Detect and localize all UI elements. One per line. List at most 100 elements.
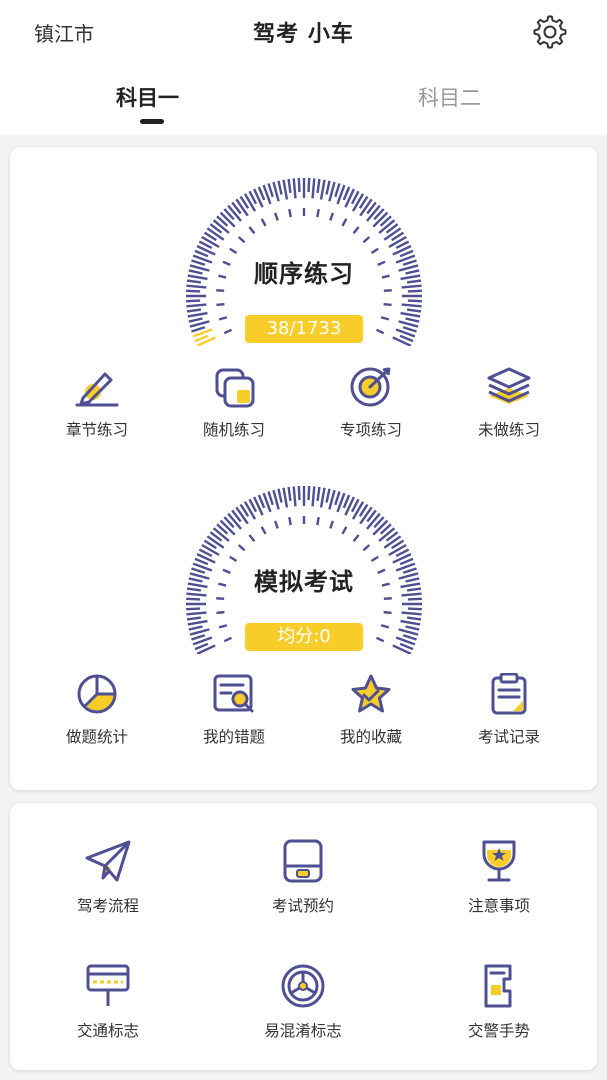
practice-progress-badge: 38/1733	[245, 315, 363, 343]
gauge-tick	[405, 577, 420, 583]
gauge-tick	[189, 628, 210, 636]
wheel-icon	[238, 963, 368, 1009]
active-tab-indicator	[140, 119, 164, 124]
gauge-inner-tick	[316, 209, 320, 218]
gauge-tick	[316, 178, 321, 194]
exam-records-button[interactable]: 考试记录	[454, 673, 564, 747]
gauge-tick	[206, 535, 225, 549]
gauge-inner-tick	[383, 289, 392, 292]
gauge-tick	[186, 279, 202, 284]
gauge-tick	[398, 320, 419, 328]
gauge-tick	[401, 284, 422, 289]
confusing-signs-label: 易混淆标志	[264, 1022, 342, 1040]
exam-score-badge: 均分:0	[245, 623, 363, 651]
booking-device-icon	[238, 838, 368, 884]
gauge-tick	[257, 186, 266, 201]
gauge-tick	[383, 535, 402, 549]
gauge-inner-tick	[383, 302, 392, 307]
gauge-tick	[267, 183, 274, 198]
exam-process-button[interactable]: 驾考流程	[43, 838, 173, 916]
gauge-tick	[297, 178, 301, 193]
gauge-tick	[186, 616, 202, 621]
police-badge-icon	[434, 963, 564, 1009]
gauge-inner-tick	[229, 247, 238, 255]
gauge-inner-tick	[383, 597, 392, 600]
gauge-tick	[194, 642, 209, 651]
gauge-inner-tick	[237, 544, 246, 552]
wrong-questions-button[interactable]: 我的错题	[179, 673, 289, 747]
special-practice-button[interactable]: 专项练习	[316, 366, 426, 440]
exam-booking-button[interactable]: 考试预约	[238, 838, 368, 916]
gauge-inner-tick	[329, 212, 335, 221]
gauge-tick	[186, 303, 207, 308]
gauge-tick	[402, 259, 417, 266]
wrong-questions-icon	[179, 673, 289, 715]
gauge-tick	[407, 597, 422, 601]
question-stats-label: 做题统计	[65, 728, 128, 746]
gauge-inner-tick	[375, 636, 385, 643]
gauge-inner-tick	[216, 597, 225, 600]
gauge-tick	[398, 628, 419, 636]
notes-button[interactable]: 注意事项	[434, 838, 564, 916]
gauge-tick	[402, 326, 417, 333]
gauge-tick	[287, 178, 292, 194]
tab-subject-two[interactable]: 科目二	[418, 82, 481, 112]
gauge-tick	[267, 491, 274, 506]
gauge-tick	[297, 486, 301, 501]
gauge-tick	[407, 289, 422, 293]
practice-gauge-title[interactable]: 顺序练习	[204, 254, 404, 289]
gauge-tick	[187, 311, 208, 318]
gauge-tick	[405, 269, 420, 275]
gauge-tick	[383, 227, 402, 241]
gauge-tick	[405, 317, 420, 323]
exam-booking-label: 考试预约	[271, 897, 334, 915]
special-practice-label: 专项练习	[339, 421, 402, 439]
gauge-tick	[399, 642, 414, 651]
gauge-tick	[191, 634, 206, 641]
gauge-tick	[319, 179, 326, 200]
gauge-tick	[235, 198, 249, 217]
gauge-inner-tick	[273, 212, 279, 221]
random-practice-button[interactable]: 随机练习	[179, 366, 289, 440]
gauge-tick	[187, 619, 208, 626]
chapter-practice-button[interactable]: 章节练习	[42, 366, 152, 440]
exam-process-label: 驾考流程	[76, 897, 139, 915]
gauge-inner-tick	[218, 316, 228, 321]
gauge-tick	[188, 625, 203, 631]
favorites-button[interactable]: 我的收藏	[316, 673, 426, 747]
gauge-tick	[328, 489, 336, 510]
gauge-tick	[188, 577, 203, 583]
gauge-tick	[235, 506, 249, 525]
gauge-tick	[401, 303, 422, 308]
gauge-tick	[407, 299, 422, 303]
trophy-icon	[434, 838, 564, 884]
gauge-inner-tick	[260, 218, 267, 227]
gauge-inner-tick	[352, 534, 360, 542]
gear-icon[interactable]	[530, 12, 570, 52]
confusing-signs-button[interactable]: 易混淆标志	[238, 963, 368, 1041]
gauge-inner-tick	[341, 526, 348, 535]
gauge-inner-tick	[216, 289, 225, 292]
gauge-tick	[402, 634, 417, 641]
exam-gauge-title[interactable]: 模拟考试	[204, 562, 404, 597]
gauge-tick	[359, 198, 373, 217]
traffic-signs-button[interactable]: 交通标志	[43, 963, 173, 1041]
police-gestures-button[interactable]: 交警手势	[434, 963, 564, 1041]
gauge-inner-tick	[329, 520, 335, 529]
gauge-tick	[186, 607, 201, 611]
gauge-inner-tick	[316, 517, 320, 526]
question-stats-button[interactable]: 做题统计	[42, 673, 152, 747]
gauge-inner-tick	[273, 520, 279, 529]
gauge-tick	[282, 487, 289, 508]
gauge-inner-tick	[248, 534, 256, 542]
gauge-tick	[206, 227, 225, 241]
gauge-tick	[191, 326, 206, 333]
gauge-inner-tick	[229, 555, 238, 563]
target-icon	[316, 366, 426, 408]
gauge-tick	[400, 619, 421, 626]
gauge-inner-tick	[288, 209, 292, 218]
gauge-tick	[189, 320, 210, 328]
gauge-tick	[188, 269, 203, 275]
tab-subject-one[interactable]: 科目一	[116, 82, 179, 112]
undone-practice-button[interactable]: 未做练习	[454, 366, 564, 440]
